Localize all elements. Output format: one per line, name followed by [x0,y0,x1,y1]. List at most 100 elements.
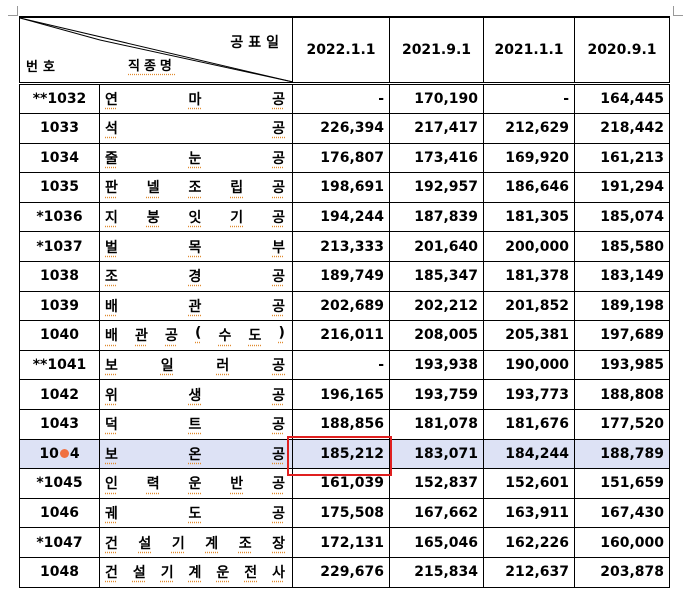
job-name-cell[interactable]: 줄눈공 [99,142,293,174]
wage-value-cell[interactable]: 177,520 [574,408,670,440]
job-code-cell[interactable]: 1038 [19,260,100,292]
wage-value-cell[interactable]: 152,601 [483,468,575,499]
job-code-cell[interactable]: *1045 [19,468,100,499]
wage-value-cell[interactable]: 190,000 [483,349,575,381]
job-name-cell[interactable]: 배 관 공 (수 도) [99,320,293,351]
job-code-cell[interactable]: 1046 [19,497,100,529]
wage-value-cell[interactable]: 161,213 [574,142,670,174]
wage-value-cell[interactable]: 193,759 [389,379,484,410]
wage-value-cell[interactable]: - [483,83,575,114]
job-name-cell[interactable]: 판넬조립공 [99,172,293,203]
job-code-cell[interactable]: 1048 [19,556,100,588]
wage-value-cell[interactable]: 173,416 [389,142,484,174]
wage-value-cell[interactable]: 181,305 [483,201,575,233]
job-code-cell[interactable]: **1041 [19,349,100,381]
job-code-cell[interactable]: *1036 [19,201,100,233]
job-name-cell[interactable]: 배관공 [99,290,293,322]
wage-value-cell[interactable]: 193,938 [389,349,484,381]
wage-value-cell[interactable]: 181,378 [483,260,575,292]
wage-value-cell[interactable]: 208,005 [389,320,484,351]
job-code-cell[interactable]: *1037 [19,231,100,262]
wage-value-cell[interactable]: 201,640 [389,231,484,262]
job-name-cell[interactable]: 궤도공 [99,497,293,529]
wage-value-cell[interactable]: 167,662 [389,497,484,529]
wage-value-cell[interactable]: 176,807 [292,142,390,174]
wage-value-cell[interactable]: 194,244 [292,201,390,233]
wage-value-cell[interactable]: 212,629 [483,113,575,144]
wage-value-cell[interactable]: 198,691 [292,172,390,203]
job-code-cell[interactable]: 1043 [19,408,100,440]
wage-value-cell[interactable]: 215,834 [389,556,484,588]
job-name-cell[interactable]: 석공 [99,113,293,144]
wage-value-cell[interactable]: 191,294 [574,172,670,203]
wage-value-cell[interactable]: 229,676 [292,556,390,588]
wage-value-cell[interactable]: 200,000 [483,231,575,262]
job-name-cell[interactable]: 인력운반공 [99,468,293,499]
wage-value-cell[interactable]: - [292,349,390,381]
wage-value-cell[interactable]: 202,212 [389,290,484,322]
job-code-cell[interactable]: 10 4 [19,438,100,470]
wage-value-cell[interactable]: 169,920 [483,142,575,174]
job-code-cell[interactable]: *1047 [19,527,100,558]
wage-value-cell[interactable]: 189,198 [574,290,670,322]
job-name-cell[interactable]: 벌목부 [99,231,293,262]
wage-value-cell[interactable]: 188,808 [574,379,670,410]
wage-value-cell[interactable]: 226,394 [292,113,390,144]
wage-value-cell[interactable]: 197,689 [574,320,670,351]
wage-value-cell[interactable]: 160,000 [574,527,670,558]
wage-value-cell[interactable]: 213,333 [292,231,390,262]
wage-value-cell[interactable]: - [292,83,390,114]
wage-value-cell[interactable]: 186,646 [483,172,575,203]
job-name-cell[interactable]: 연마공 [99,83,293,114]
wage-value-cell[interactable]: 170,190 [389,83,484,114]
wage-value-cell[interactable]: 185,074 [574,201,670,233]
wage-value-cell[interactable]: 162,226 [483,527,575,558]
wage-value-cell[interactable]: 188,789 [574,438,670,470]
wage-value-cell[interactable]: 187,839 [389,201,484,233]
job-code-cell[interactable]: 1035 [19,172,100,203]
job-name-cell[interactable]: 건설기계조장 [99,527,293,558]
job-code-cell[interactable]: 1034 [19,142,100,174]
wage-value-cell[interactable]: 172,131 [292,527,390,558]
wage-value-cell[interactable]: 185,580 [574,231,670,262]
job-name-cell[interactable]: 보온공 [99,438,293,470]
job-name-cell[interactable]: 위생공 [99,379,293,410]
job-name-cell[interactable]: 덕트공 [99,408,293,440]
job-code-cell[interactable]: 1040 [19,320,100,351]
wage-value-cell[interactable]: 181,078 [389,408,484,440]
wage-value-cell[interactable]: 163,911 [483,497,575,529]
wage-value-cell[interactable]: 217,417 [389,113,484,144]
wage-value-cell[interactable]: 212,637 [483,556,575,588]
wage-value-cell[interactable]: 165,046 [389,527,484,558]
wage-value-cell[interactable]: 175,508 [292,497,390,529]
job-code-cell[interactable]: 1039 [19,290,100,322]
wage-value-cell[interactable]: 152,837 [389,468,484,499]
wage-value-cell[interactable]: 201,852 [483,290,575,322]
wage-value-cell[interactable]: 192,957 [389,172,484,203]
job-name-cell[interactable]: 보일러공 [99,349,293,381]
wage-value-cell[interactable]: 188,856 [292,408,390,440]
wage-value-cell[interactable]: 205,381 [483,320,575,351]
job-code-cell[interactable]: 1033 [19,113,100,144]
job-name-cell[interactable]: 건설기계운전사 [99,556,293,588]
wage-value-cell[interactable]: 185,347 [389,260,484,292]
wage-value-cell[interactable]: 181,676 [483,408,575,440]
job-name-cell[interactable]: 조경공 [99,260,293,292]
wage-value-cell[interactable]: 196,165 [292,379,390,410]
wage-value-cell[interactable]: 202,689 [292,290,390,322]
job-name-cell[interactable]: 지붕잇기공 [99,201,293,233]
wage-value-cell[interactable]: 183,149 [574,260,670,292]
wage-value-cell[interactable]: 184,244 [483,438,575,470]
wage-value-cell[interactable]: 193,773 [483,379,575,410]
wage-value-cell[interactable]: 193,985 [574,349,670,381]
wage-value-cell[interactable]: 218,442 [574,113,670,144]
wage-value-cell[interactable]: 189,749 [292,260,390,292]
job-code-cell[interactable]: **1032 [19,83,100,114]
wage-value-cell[interactable]: 151,659 [574,468,670,499]
wage-value-cell[interactable]: 203,878 [574,556,670,588]
wage-value-cell[interactable]: 216,011 [292,320,390,351]
wage-value-cell[interactable]: 183,071 [389,438,484,470]
job-code-cell[interactable]: 1042 [19,379,100,410]
wage-value-cell[interactable]: 167,430 [574,497,670,529]
wage-value-cell[interactable]: 164,445 [574,83,670,114]
